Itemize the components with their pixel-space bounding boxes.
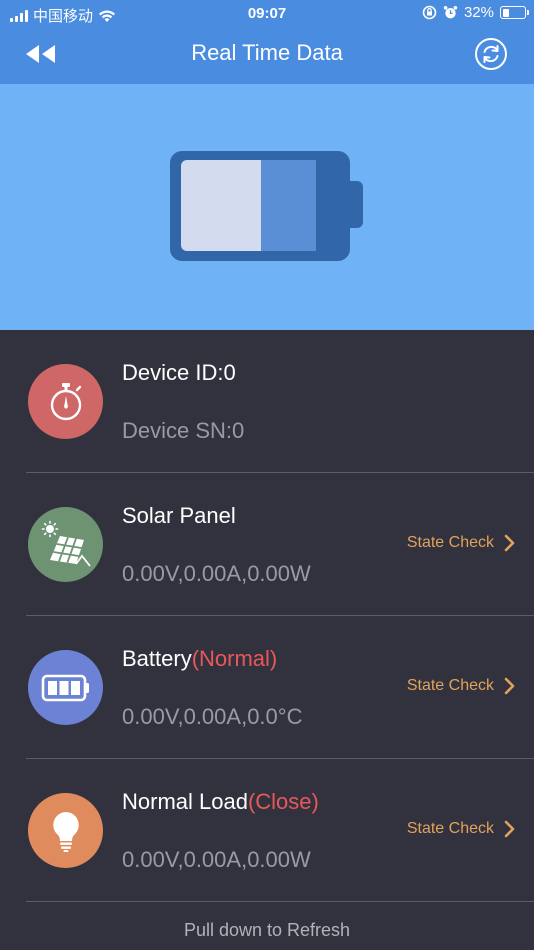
- solar-state-check-link[interactable]: State Check: [407, 534, 516, 552]
- battery-icon-circle: [28, 650, 103, 725]
- status-bar: 中国移动 09:07 32%: [0, 0, 534, 28]
- refresh-button[interactable]: [474, 37, 508, 71]
- load-title-label: Normal Load: [122, 789, 248, 814]
- device-row: Device ID:0 Device SN:0: [0, 330, 534, 473]
- battery-icon: [170, 151, 363, 263]
- solar-panel-icon: [41, 520, 91, 567]
- state-check-label: State Check: [406, 677, 494, 694]
- battery-title: Battery(Normal): [122, 646, 277, 672]
- load-reading: 0.00V,0.00A,0.00W: [122, 847, 311, 872]
- load-row[interactable]: Normal Load(Close) 0.00V,0.00A,0.00W Sta…: [0, 759, 534, 902]
- solar-reading: 0.00V,0.00A,0.00W: [122, 561, 311, 586]
- page-title: Real Time Data: [191, 40, 343, 65]
- solar-panel-row[interactable]: Solar Panel 0.00V,0.00A,0.00W State Chec…: [0, 473, 534, 616]
- battery-state-check-link[interactable]: State Check: [407, 677, 516, 695]
- battery-percent: 32%: [463, 4, 494, 21]
- load-icon-circle: [28, 793, 103, 868]
- lightbulb-icon: [52, 811, 79, 852]
- battery-reading: 0.00V,0.00A,0.0°C: [122, 704, 303, 729]
- battery-hero: [0, 84, 534, 330]
- battery-title-label: Battery: [122, 646, 192, 671]
- chevron-right-icon: [504, 677, 515, 695]
- state-check-label: State Check: [406, 534, 494, 551]
- status-battery-icon: [500, 6, 529, 19]
- solar-icon-circle: [28, 507, 103, 582]
- chevron-right-icon: [504, 820, 515, 838]
- refresh-icon: [475, 38, 507, 70]
- load-title: Normal Load(Close): [122, 789, 319, 815]
- chevron-right-icon: [504, 534, 515, 552]
- solar-title: Solar Panel: [122, 503, 236, 528]
- battery-icon: [41, 674, 89, 701]
- battery-row[interactable]: Battery(Normal) 0.00V,0.00A,0.0°C State …: [0, 616, 534, 759]
- rotation-lock-icon: [422, 5, 437, 20]
- stopwatch-icon: [50, 382, 81, 420]
- load-state-check-link[interactable]: State Check: [407, 820, 516, 838]
- alarm-icon: [443, 6, 458, 19]
- device-sn: Device SN:0: [122, 418, 245, 443]
- battery-status: (Normal): [191, 646, 278, 671]
- device-icon-circle: [28, 364, 103, 439]
- nav-bar: 中国移动 09:07 32% Real Time Data: [0, 0, 534, 84]
- load-status: (Close): [247, 789, 319, 814]
- state-check-label: State Check: [406, 820, 494, 837]
- device-id: Device ID:0: [122, 360, 236, 385]
- pull-to-refresh-hint: Pull down to Refresh: [183, 920, 351, 940]
